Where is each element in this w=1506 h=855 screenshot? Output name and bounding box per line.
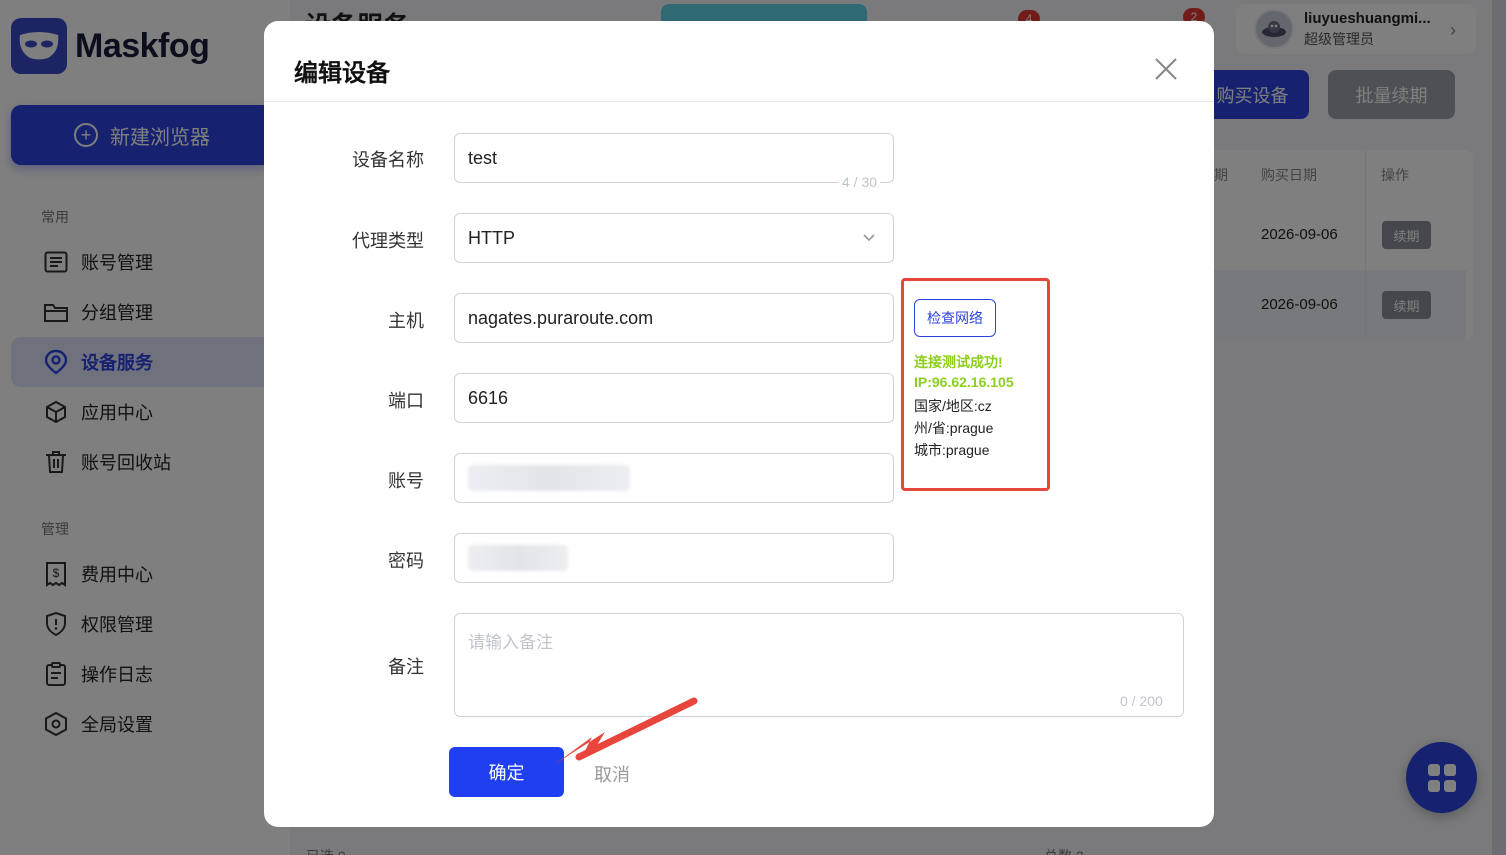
device-name-value: test — [468, 147, 498, 168]
close-icon[interactable] — [1152, 55, 1180, 83]
port-field[interactable]: 6616 — [454, 373, 894, 423]
result-state: 州/省:prague — [914, 420, 994, 436]
host-value: nagates.puraroute.com — [468, 307, 654, 328]
redacted-value — [468, 545, 568, 571]
device-name-counter: 4 / 30 — [839, 174, 881, 190]
check-network-button[interactable]: 检查网络 — [914, 299, 996, 337]
port-value: 6616 — [468, 387, 509, 408]
redacted-value — [468, 465, 630, 491]
edit-device-dialog: 编辑设备 设备名称 test 4 / 30 代理类型 HTTP 主机 nagat… — [264, 21, 1214, 827]
password-field[interactable] — [454, 533, 894, 583]
device-name-field[interactable]: test — [454, 133, 894, 183]
result-ip: IP:96.62.16.105 — [914, 374, 1014, 390]
account-label: 账号 — [388, 471, 424, 491]
password-label: 密码 — [388, 551, 424, 571]
port-label: 端口 — [388, 391, 424, 411]
host-label: 主机 — [388, 311, 424, 331]
account-field[interactable] — [454, 453, 894, 503]
confirm-button[interactable]: 确定 — [449, 747, 564, 797]
device-name-label: 设备名称 — [352, 150, 424, 170]
proxy-type-value: HTTP — [468, 227, 515, 248]
remark-counter: 0 / 200 — [1117, 693, 1166, 709]
result-country: 国家/地区:cz — [914, 398, 992, 414]
proxy-type-select[interactable]: HTTP — [454, 213, 894, 263]
result-city: 城市:prague — [914, 442, 990, 458]
remark-textarea[interactable]: 请输入备注 — [454, 613, 1184, 717]
dialog-title: 编辑设备 — [294, 60, 390, 87]
host-field[interactable]: nagates.puraroute.com — [454, 293, 894, 343]
proxy-type-label: 代理类型 — [352, 231, 424, 251]
remark-placeholder: 请输入备注 — [468, 633, 553, 652]
cancel-button[interactable]: 取消 — [594, 761, 630, 787]
chevron-down-icon — [861, 229, 877, 245]
remark-label: 备注 — [388, 657, 424, 677]
dialog-divider — [264, 101, 1214, 102]
connection-status: 连接测试成功! — [914, 354, 1003, 370]
